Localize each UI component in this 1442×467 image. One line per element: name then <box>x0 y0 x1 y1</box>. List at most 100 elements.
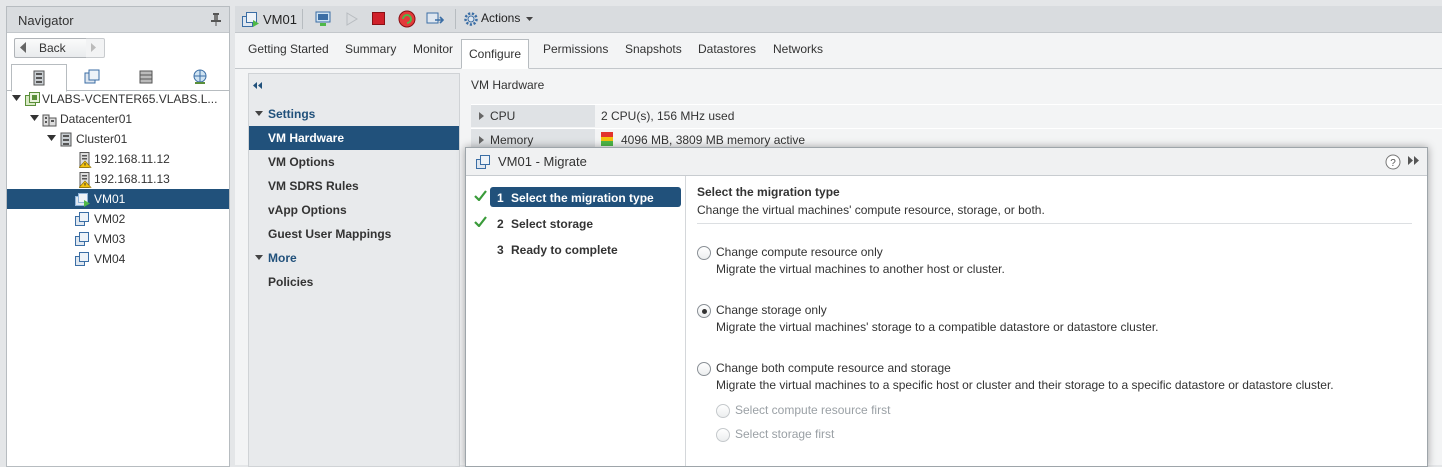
tab-summary[interactable]: Summary <box>345 42 396 56</box>
wizard-step-2[interactable]: 2 Select storage <box>490 213 681 233</box>
power-on-icon[interactable] <box>346 12 358 26</box>
chevron-right-icon[interactable] <box>479 112 484 120</box>
dialog-title: VM01 - Migrate <box>498 154 587 169</box>
tab-permissions[interactable]: Permissions <box>543 42 608 56</box>
toolbar-divider <box>302 9 303 29</box>
navigator-tabs <box>7 64 229 92</box>
back-label: Back <box>39 41 66 55</box>
radio-compute-and-storage[interactable] <box>697 362 711 376</box>
tab-configure[interactable]: Configure <box>461 39 530 69</box>
tree-item-vm[interactable]: VM04 <box>7 249 229 269</box>
radio-compute-first[interactable] <box>716 404 730 418</box>
host-warning-icon <box>79 152 92 168</box>
wizard-steps: 1 Select the migration type 2 Select sto… <box>466 176 686 466</box>
settings-item-label: VM Options <box>268 155 335 169</box>
expand-icon[interactable] <box>1408 156 1420 165</box>
more-group-label: More <box>268 251 297 265</box>
option-description: Migrate the virtual machines to another … <box>716 262 1005 276</box>
settings-item-vapp-options[interactable]: vApp Options <box>249 198 459 222</box>
tab-vms-templates[interactable] <box>65 64 119 89</box>
tree-item-vm[interactable]: VM03 <box>7 229 229 249</box>
check-icon <box>474 216 487 227</box>
tree-expanded-icon[interactable] <box>12 95 21 101</box>
tree-label: VLABS-VCENTER65.VLABS.L... <box>42 92 218 106</box>
datacenter-icon <box>42 112 57 127</box>
forward-button[interactable] <box>86 38 105 58</box>
settings-item-vm-sdrs-rules[interactable]: VM SDRS Rules <box>249 174 459 198</box>
actions-menu[interactable]: Actions <box>481 11 520 25</box>
settings-item-label: VM Hardware <box>268 131 345 145</box>
tab-getting-started[interactable]: Getting Started <box>248 42 329 56</box>
back-button[interactable]: Back <box>14 38 88 58</box>
option-description: Migrate the virtual machines to a specif… <box>716 378 1334 392</box>
chevron-right-icon <box>91 43 97 52</box>
settings-item-policies[interactable]: Policies <box>249 270 459 294</box>
tree-item-host[interactable]: 192.168.11.12 <box>7 149 229 169</box>
check-icon <box>474 190 487 201</box>
hosts-clusters-icon <box>33 70 45 86</box>
tree-item-datacenter[interactable]: Datacenter01 <box>7 109 229 129</box>
tree-label: VM03 <box>94 232 126 246</box>
settings-item-label: vApp Options <box>268 203 347 217</box>
collapse-panel-icon[interactable] <box>253 82 263 89</box>
svg-text:?: ? <box>1390 158 1396 169</box>
hardware-row-cpu[interactable]: CPU 2 CPU(s), 156 MHz used <box>471 104 1442 127</box>
radio-compute-only[interactable] <box>697 246 711 260</box>
vm-icon <box>75 232 90 247</box>
step-label: Ready to complete <box>511 243 618 257</box>
tree-label: 192.168.11.13 <box>94 172 170 186</box>
navigator-panel: Navigator Back VLABS-VCENTER65.VLABS.L..… <box>6 6 230 467</box>
vm-icon <box>75 212 90 227</box>
tab-networks[interactable]: Networks <box>773 42 823 56</box>
step-number: 3 <box>497 243 504 257</box>
option-label: Select compute resource first <box>735 403 891 417</box>
tree-expanded-icon[interactable] <box>47 135 56 141</box>
gear-icon[interactable] <box>463 11 479 27</box>
tree-item-vcenter[interactable]: VLABS-VCENTER65.VLABS.L... <box>7 89 229 109</box>
chevron-right-icon[interactable] <box>479 136 484 144</box>
pin-icon[interactable] <box>211 13 221 26</box>
cluster-icon <box>59 132 73 147</box>
tab-networking[interactable] <box>173 64 227 89</box>
help-icon[interactable]: ? <box>1385 154 1401 170</box>
hardware-key: CPU <box>490 109 516 123</box>
wizard-step-3[interactable]: 3 Ready to complete <box>490 239 681 259</box>
settings-item-vm-hardware[interactable]: VM Hardware <box>249 126 459 150</box>
tree-expanded-icon[interactable] <box>30 115 39 121</box>
power-off-icon[interactable] <box>372 12 385 25</box>
tree-item-cluster[interactable]: Cluster01 <box>7 129 229 149</box>
tree-expanded-icon <box>255 111 263 116</box>
tree-item-host[interactable]: 192.168.11.13 <box>7 169 229 189</box>
tab-monitor[interactable]: Monitor <box>413 42 453 56</box>
tab-storage[interactable] <box>119 64 173 89</box>
networking-icon <box>193 69 207 84</box>
open-console-icon[interactable] <box>315 11 332 27</box>
vms-templates-icon <box>84 69 100 84</box>
option-label: Change compute resource only <box>716 245 883 259</box>
section-title: VM Hardware <box>471 78 545 92</box>
settings-item-vm-options[interactable]: VM Options <box>249 150 459 174</box>
tab-hosts-clusters[interactable] <box>11 64 67 92</box>
navigator-header: Navigator <box>7 7 229 33</box>
memory-meter-icon <box>601 132 613 146</box>
tree-item-vm-selected[interactable]: VM01 <box>7 189 229 209</box>
settings-group[interactable]: Settings <box>249 102 459 126</box>
tab-datastores[interactable]: Datastores <box>698 42 756 56</box>
tree-item-vm[interactable]: VM02 <box>7 209 229 229</box>
settings-item-guest-user-mappings[interactable]: Guest User Mappings <box>249 222 459 246</box>
tree-expanded-icon <box>255 255 263 260</box>
wizard-step-1[interactable]: 1 Select the migration type <box>490 187 681 207</box>
suspend-icon[interactable] <box>398 10 416 28</box>
chevron-left-icon <box>20 42 28 53</box>
radio-storage-only[interactable] <box>697 304 711 318</box>
tab-snapshots[interactable]: Snapshots <box>625 42 682 56</box>
option-label: Change both compute resource and storage <box>716 361 951 375</box>
radio-storage-first[interactable] <box>716 428 730 442</box>
more-group[interactable]: More <box>249 246 459 270</box>
host-warning-icon <box>79 172 92 188</box>
chevron-down-icon[interactable] <box>526 17 533 21</box>
settings-item-label: Guest User Mappings <box>268 227 392 241</box>
step-label: Select the migration type <box>511 191 654 205</box>
tree-label: VM01 <box>94 192 126 206</box>
migrate-icon[interactable] <box>426 11 444 27</box>
